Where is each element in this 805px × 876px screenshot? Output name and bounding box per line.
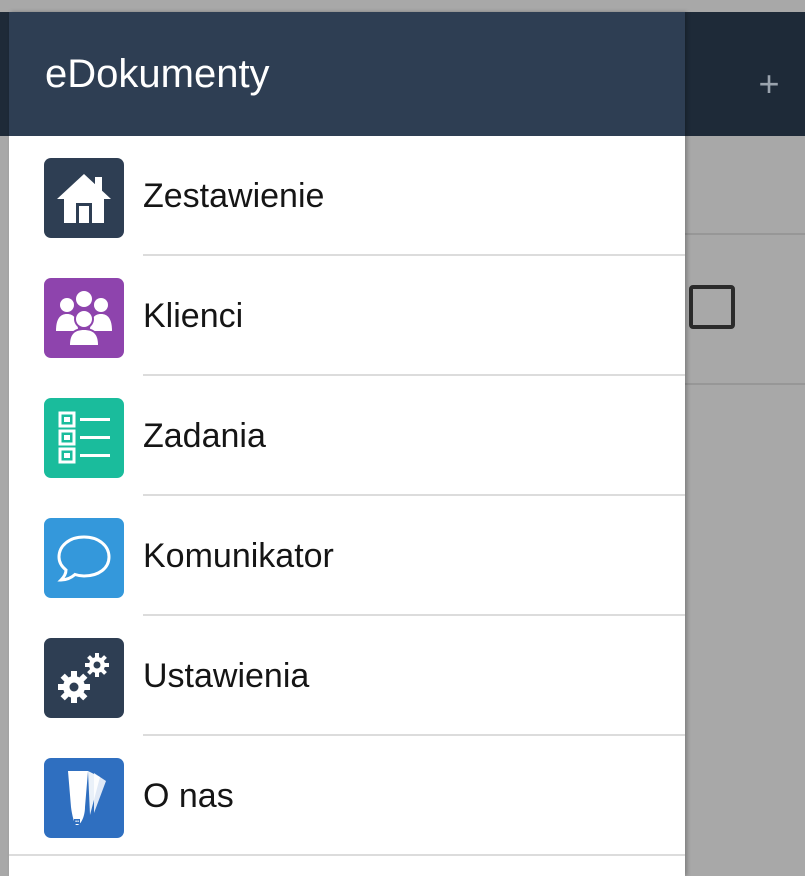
home-icon	[44, 158, 124, 238]
drawer-menu: Zestawienie Klienci Zadania Komunikator …	[9, 136, 685, 856]
gears-icon	[44, 638, 124, 718]
menu-divider	[9, 854, 685, 856]
drawer-header: eDokumenty	[9, 12, 685, 136]
menu-item-label: Zadania	[143, 417, 266, 455]
people-icon	[44, 278, 124, 358]
document-icon	[44, 758, 124, 838]
menu-item-komunikator[interactable]: Komunikator	[9, 496, 685, 616]
background-row-divider	[685, 233, 805, 235]
menu-item-zadania[interactable]: Zadania	[9, 376, 685, 496]
checklist-icon	[44, 398, 124, 478]
menu-item-o-nas[interactable]: O nas	[9, 736, 685, 856]
menu-item-ustawienia[interactable]: Ustawienia	[9, 616, 685, 736]
chat-bubble-icon	[44, 518, 124, 598]
add-button[interactable]: +	[752, 62, 786, 106]
menu-item-label: Klienci	[143, 297, 244, 335]
navigation-drawer: eDokumenty Zestawienie Klienci Zadania K…	[9, 12, 685, 876]
background-row-divider	[685, 383, 805, 385]
app-title: eDokumenty	[45, 52, 270, 96]
menu-item-label: Komunikator	[143, 537, 334, 575]
background-checkbox[interactable]	[689, 285, 735, 329]
menu-item-label: Ustawienia	[143, 657, 310, 695]
menu-item-label: O nas	[143, 777, 234, 815]
menu-item-klienci[interactable]: Klienci	[9, 256, 685, 376]
menu-item-zestawienie[interactable]: Zestawienie	[9, 136, 685, 256]
menu-item-label: Zestawienie	[143, 177, 325, 215]
